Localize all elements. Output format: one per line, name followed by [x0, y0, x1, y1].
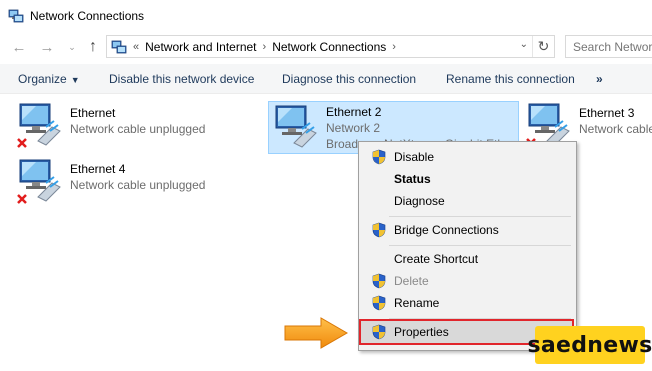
search-input[interactable]: Search Network Connections — [565, 35, 652, 58]
uac-shield-icon — [372, 222, 386, 238]
more-commands-icon[interactable]: » — [596, 72, 603, 86]
breadcrumb-network-connections[interactable]: Network Connections — [272, 40, 386, 54]
title-bar: Network Connections — [0, 0, 652, 32]
menu-separator — [389, 216, 571, 217]
menu-item-disable[interactable]: Disable — [361, 146, 574, 168]
network-folder-icon — [111, 40, 127, 53]
menu-item-rename[interactable]: Rename — [361, 292, 574, 314]
ethernet-adapter-unplugged-icon — [17, 159, 61, 204]
menu-item-status[interactable]: Status — [361, 168, 574, 190]
connection-status: Network cable unplugged — [579, 122, 652, 136]
menu-item-diagnose[interactable]: Diagnose — [361, 190, 574, 212]
command-bar: Organize ▼ Disable this network device Di… — [0, 64, 652, 94]
connection-name: Ethernet 4 — [70, 162, 126, 176]
breadcrumb-separator-icon[interactable]: › — [263, 41, 267, 53]
breadcrumb-separator-icon[interactable]: › — [392, 41, 396, 53]
menu-item-label: Create Shortcut — [394, 252, 479, 266]
pointer-arrow-icon — [284, 317, 349, 349]
back-arrow-icon[interactable]: ← — [10, 38, 28, 56]
menu-item-bridge-connections[interactable]: Bridge Connections — [361, 219, 574, 241]
connection-ethernet[interactable]: Ethernet Network cable unplugged — [16, 101, 246, 151]
menu-item-label: Disable — [394, 150, 435, 164]
connection-status: Network 2 — [326, 121, 381, 135]
breadcrumb-network-and-internet[interactable]: Network and Internet — [145, 40, 256, 54]
network-connections-icon — [8, 9, 24, 23]
organize-button[interactable]: Organize ▼ — [18, 72, 80, 86]
dropdown-caret-icon: ▼ — [70, 75, 80, 85]
menu-item-create-shortcut[interactable]: Create Shortcut — [361, 248, 574, 270]
breadcrumb-overflow-icon[interactable]: « — [133, 41, 139, 53]
connection-status: Network cable unplugged — [70, 122, 206, 136]
connection-ethernet-4[interactable]: Ethernet 4 Network cable unplugged — [16, 157, 246, 207]
uac-shield-icon — [372, 149, 386, 165]
menu-item-label: Bridge Connections — [394, 223, 499, 237]
menu-item-label: Status — [394, 172, 431, 186]
forward-arrow-icon[interactable]: → — [38, 38, 56, 56]
address-row: ← → ⌄ ↑ « Network and Internet › Network… — [0, 32, 652, 62]
menu-item-label: Rename — [394, 296, 440, 310]
rename-connection-button[interactable]: Rename this connection — [446, 72, 575, 86]
connection-name: Ethernet — [70, 106, 116, 120]
uac-shield-icon — [372, 273, 386, 289]
menu-item-delete[interactable]: Delete — [361, 270, 574, 292]
refresh-icon[interactable]: ↻ — [532, 36, 554, 57]
context-menu: Disable Status Diagnose Bridge Connectio… — [358, 141, 577, 351]
connection-status: Network cable unplugged — [70, 178, 206, 192]
watermark-logo: saednews — [528, 326, 652, 364]
connection-name: Ethernet 2 — [326, 105, 382, 119]
ethernet-adapter-icon — [275, 105, 317, 148]
window-title: Network Connections — [30, 9, 145, 23]
organize-label: Organize — [18, 72, 67, 86]
menu-separator — [389, 245, 571, 246]
address-dropdown-chevron-icon[interactable]: ⌄ — [520, 39, 528, 50]
menu-item-label: Diagnose — [394, 194, 445, 208]
recent-locations-chevron-icon[interactable]: ⌄ — [63, 38, 81, 56]
ethernet-adapter-unplugged-icon — [17, 103, 61, 148]
menu-item-label: Delete — [394, 274, 429, 288]
up-arrow-icon[interactable]: ↑ — [84, 38, 102, 56]
diagnose-connection-button[interactable]: Diagnose this connection — [282, 72, 416, 86]
uac-shield-icon — [372, 295, 386, 311]
address-bar[interactable]: « Network and Internet › Network Connect… — [106, 35, 555, 58]
disable-device-button[interactable]: Disable this network device — [109, 72, 254, 86]
connection-name: Ethernet 3 — [579, 106, 635, 120]
